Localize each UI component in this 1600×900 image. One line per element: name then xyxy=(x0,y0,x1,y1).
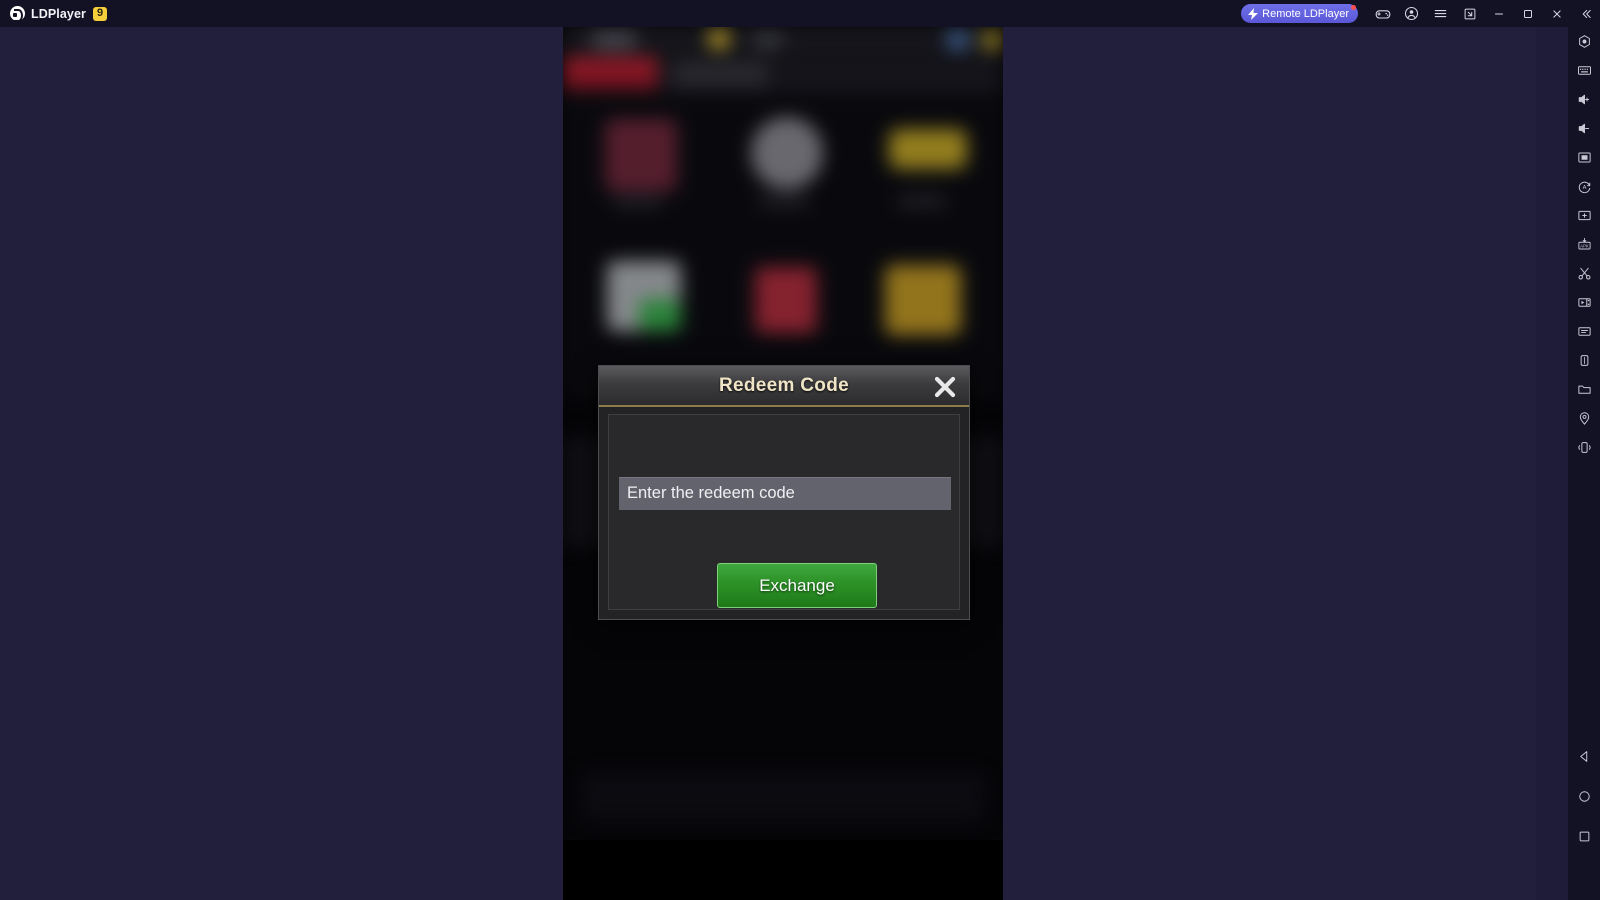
svg-text:A: A xyxy=(1582,185,1586,191)
location-icon[interactable] xyxy=(1568,404,1600,433)
gamepad-icon[interactable] xyxy=(1368,0,1397,27)
auto-rotate-icon[interactable]: A xyxy=(1568,172,1600,201)
dialog-body: Exchange xyxy=(608,414,960,610)
game-item-grid xyxy=(563,99,1003,399)
titlebar-controls: Remote LDPlayer xyxy=(1241,0,1600,27)
shrink-window-icon[interactable] xyxy=(1455,0,1484,27)
bolt-icon xyxy=(1248,7,1259,20)
screen-letterbox-bottom xyxy=(563,840,1003,900)
remote-ldplayer-button[interactable]: Remote LDPlayer xyxy=(1241,4,1358,23)
game-tab-inactive xyxy=(673,61,768,87)
bg-blob-currency-b xyxy=(708,29,730,49)
bg-blob-currency-c xyxy=(753,32,783,48)
volume-up-icon[interactable] xyxy=(1568,85,1600,114)
svg-text:APK: APK xyxy=(1580,244,1589,249)
account-icon[interactable] xyxy=(1397,0,1426,27)
exchange-button[interactable]: Exchange xyxy=(717,563,877,608)
menu-icon[interactable] xyxy=(1426,0,1455,27)
redeem-code-dialog: Redeem Code Exchange xyxy=(598,365,970,620)
apk-install-icon[interactable]: APK xyxy=(1568,230,1600,259)
screenshot-icon[interactable] xyxy=(1568,201,1600,230)
video-record-icon[interactable] xyxy=(1568,288,1600,317)
grid-item-5 xyxy=(755,267,817,333)
dialog-title: Redeem Code xyxy=(718,374,849,396)
folder-icon[interactable] xyxy=(1568,375,1600,404)
app-brand: LDPlayer 9 xyxy=(10,6,108,22)
fullscreen-icon[interactable] xyxy=(1568,143,1600,172)
grid-item-1 xyxy=(605,119,677,191)
bg-blob-avatar-b xyxy=(981,29,1003,51)
volume-down-icon[interactable] xyxy=(1568,114,1600,143)
grid-item-3 xyxy=(889,129,967,169)
version-badge: 9 xyxy=(93,6,108,21)
dialog-titlebar: Redeem Code xyxy=(599,366,969,407)
ldplayer-logo-icon xyxy=(10,6,25,22)
collapse-icon[interactable] xyxy=(1571,0,1600,27)
grid-item-2-label xyxy=(759,195,809,207)
scissors-icon[interactable] xyxy=(1568,259,1600,288)
minimize-icon[interactable] xyxy=(1484,0,1513,27)
vibrate-icon[interactable] xyxy=(1568,433,1600,462)
dialog-close-icon[interactable] xyxy=(927,369,963,405)
maximize-icon[interactable] xyxy=(1513,0,1542,27)
app-title: LDPlayer xyxy=(31,6,86,21)
multi-instance-icon[interactable] xyxy=(1568,27,1600,56)
keyboard-icon[interactable] xyxy=(1568,56,1600,85)
grid-item-2 xyxy=(751,117,823,189)
emulator-stage: Redeem Code Exchange xyxy=(0,27,1536,900)
close-icon[interactable] xyxy=(1542,0,1571,27)
grid-item-4-accent xyxy=(639,299,681,331)
android-back-icon[interactable] xyxy=(1568,736,1600,776)
bg-bottom-strip xyxy=(581,772,985,822)
redeem-code-input[interactable] xyxy=(619,477,951,510)
grid-item-3-label xyxy=(897,195,947,207)
bg-blob-currency-a xyxy=(591,31,637,49)
window-titlebar: LDPlayer 9 Remote LDPlayer xyxy=(0,0,1600,27)
grid-item-1-label xyxy=(613,195,663,207)
android-nav-group xyxy=(1568,736,1600,856)
bg-blob-avatar-a xyxy=(946,29,970,51)
notification-dot xyxy=(1351,5,1356,10)
shake-icon[interactable] xyxy=(1568,346,1600,375)
script-icon[interactable] xyxy=(1568,317,1600,346)
game-tab-active xyxy=(563,57,658,90)
android-home-icon[interactable] xyxy=(1568,776,1600,816)
grid-item-6 xyxy=(885,265,961,335)
remote-ldplayer-label: Remote LDPlayer xyxy=(1262,7,1349,20)
android-recents-icon[interactable] xyxy=(1568,816,1600,856)
emulator-sidebar: A APK xyxy=(1568,27,1600,900)
